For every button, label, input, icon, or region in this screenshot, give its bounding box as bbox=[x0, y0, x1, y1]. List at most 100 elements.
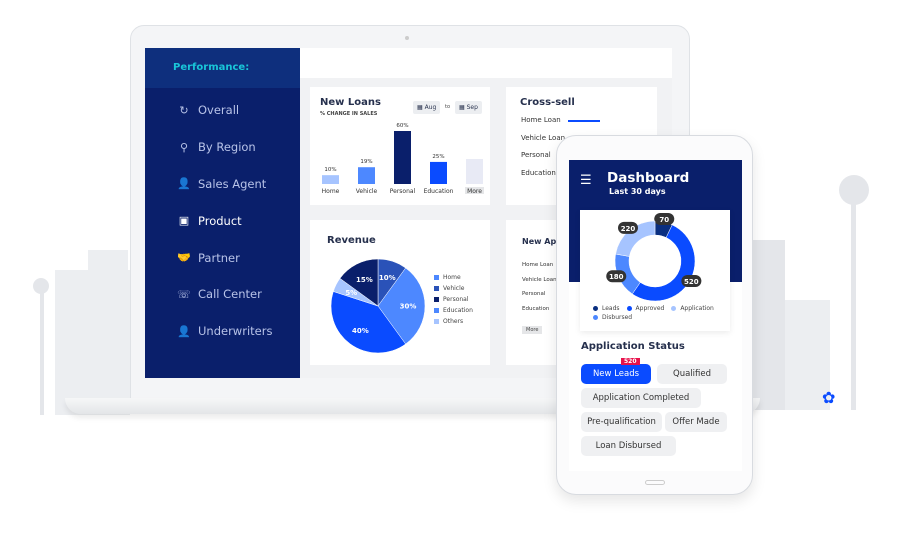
bar-value-label: 19% bbox=[360, 159, 372, 165]
camera bbox=[405, 36, 409, 40]
legend-item: Vehicle bbox=[434, 285, 473, 292]
menu-icon[interactable]: ☰ bbox=[580, 173, 592, 188]
legend-item: Disbursed bbox=[593, 314, 632, 321]
bar-value-label: 60% bbox=[396, 123, 408, 129]
bar-vehicle bbox=[358, 167, 375, 184]
legend-label: Application bbox=[680, 305, 714, 312]
handshake-icon: 🤝 bbox=[177, 251, 191, 265]
home-button[interactable] bbox=[645, 480, 665, 485]
plant-icon: ✿ bbox=[822, 388, 836, 407]
legend-dot bbox=[671, 306, 677, 311]
top-bar bbox=[300, 48, 672, 78]
street-lamp bbox=[839, 175, 869, 205]
value-tooltip-label: 220 bbox=[621, 225, 636, 233]
phone-title: Dashboard bbox=[607, 170, 690, 186]
refresh-icon: ↻ bbox=[179, 103, 189, 117]
new-leads-badge: 520 bbox=[621, 358, 640, 365]
card-title: Cross-sell bbox=[520, 97, 575, 108]
revenue-pie-chart: 10% 30% 40% 5% 15% bbox=[330, 258, 426, 354]
legend-dot bbox=[593, 306, 598, 311]
chip-loan-disbursed[interactable]: Loan Disbursed bbox=[581, 436, 676, 456]
bar-education bbox=[430, 161, 447, 184]
legend-swatch bbox=[434, 319, 439, 324]
revenue-card: Revenue 10% 30% 40% 5% 15% Home Vehicle Person… bbox=[310, 220, 490, 365]
bar-category-label: Home bbox=[322, 188, 340, 195]
bar-category-label: Education bbox=[424, 188, 454, 195]
street-lamp bbox=[33, 278, 49, 294]
street-lamp bbox=[851, 195, 856, 410]
chip-offer-made[interactable]: Offer Made bbox=[665, 412, 727, 432]
sidebar-item-underwriters[interactable]: 👤 Underwriters bbox=[145, 313, 300, 350]
chip-new-leads[interactable]: New Leads bbox=[581, 364, 651, 384]
sidebar-item-call-center[interactable]: ☏ Call Center bbox=[145, 276, 300, 313]
sidebar-header: Performance: bbox=[145, 48, 300, 88]
slice-label: 40% bbox=[352, 327, 369, 335]
slice-label: 15% bbox=[356, 276, 373, 284]
street-lamp bbox=[40, 285, 44, 415]
donut-card: 70 520 180 220 Leads Approved Application Disb… bbox=[580, 210, 730, 331]
new-applications-item: Vehicle Loan bbox=[522, 276, 557, 283]
sidebar-item-label: Product bbox=[198, 213, 242, 228]
legend-label: Education bbox=[443, 307, 473, 314]
bar-home bbox=[322, 175, 339, 184]
more-button[interactable]: More bbox=[522, 326, 543, 334]
legend-item: Personal bbox=[434, 296, 473, 303]
new-applications-item: Home Loan bbox=[522, 262, 554, 268]
legend-label: Others bbox=[443, 318, 464, 325]
legend-label: Home bbox=[443, 274, 461, 281]
legend-label: Vehicle bbox=[443, 285, 465, 292]
legend-swatch bbox=[434, 275, 439, 280]
sidebar-item-product[interactable]: ▣ Product bbox=[145, 202, 300, 239]
legend-item: Others bbox=[434, 318, 473, 325]
bar-category-label: Personal bbox=[390, 188, 416, 195]
sidebar-item-overall[interactable]: ↻ Overall bbox=[145, 92, 300, 129]
legend-item: Approved bbox=[626, 305, 665, 312]
bar-personal bbox=[394, 131, 411, 184]
slice-label: 5% bbox=[345, 289, 357, 297]
box-icon: ▣ bbox=[178, 214, 190, 228]
chip-qualified[interactable]: Qualified bbox=[657, 364, 727, 384]
cross-sell-item: Home Loan bbox=[521, 116, 561, 124]
legend-swatch bbox=[434, 308, 439, 313]
legend-label: Approved bbox=[635, 305, 665, 312]
building bbox=[55, 270, 130, 415]
new-applications-item: Education bbox=[522, 305, 550, 312]
sidebar: Performance: ↻ Overall ⚲ By Region 👤 Sales Ag… bbox=[145, 48, 300, 378]
chip-application-completed[interactable]: Application Completed bbox=[581, 388, 701, 408]
legend-item: Education bbox=[434, 307, 473, 314]
bar-more bbox=[466, 159, 483, 184]
chip-pre-qualification[interactable]: Pre-qualification bbox=[581, 412, 662, 432]
phone-screen: ☰ Dashboard Last 30 days 70 520 180 220 Lea… bbox=[569, 160, 742, 471]
legend-label: Disbursed bbox=[602, 314, 633, 321]
legend-item: Leads bbox=[593, 305, 620, 312]
sidebar-item-partner[interactable]: 🤝 Partner bbox=[145, 239, 300, 276]
home-loan-bar bbox=[568, 120, 600, 122]
sidebar-item-sales-agent[interactable]: 👤 Sales Agent bbox=[145, 166, 300, 203]
application-status-title: Application Status bbox=[581, 341, 685, 352]
sidebar-item-label: Sales Agent bbox=[198, 176, 267, 191]
bar-value-label: 10% bbox=[324, 167, 336, 173]
legend-swatch bbox=[434, 297, 439, 302]
new-applications-item: Personal bbox=[522, 291, 546, 297]
value-tooltip-label: 520 bbox=[684, 278, 699, 286]
phone-frame: ☰ Dashboard Last 30 days 70 520 180 220 Lea… bbox=[556, 135, 753, 495]
user-icon: 👤 bbox=[177, 177, 191, 191]
new-loans-card: New Loans % CHANGE IN SALES ▦ Aug to ▦ S… bbox=[310, 87, 490, 205]
phone-subtitle: Last 30 days bbox=[609, 187, 666, 196]
map-pin-icon: ⚲ bbox=[179, 140, 189, 154]
legend-label: Personal bbox=[443, 296, 469, 303]
sidebar-item-label: Call Center bbox=[198, 287, 262, 302]
sidebar-item-by-region[interactable]: ⚲ By Region bbox=[145, 129, 300, 166]
value-tooltip-label: 70 bbox=[659, 216, 669, 224]
sidebar-item-label: Underwriters bbox=[198, 324, 273, 339]
legend-dot bbox=[626, 306, 632, 311]
building bbox=[88, 250, 128, 270]
legend-item: Application bbox=[671, 305, 714, 312]
new-loans-bar-chart: 10% Home 19% Vehicle 60% Personal 25% Education… bbox=[322, 123, 484, 195]
card-title: Revenue bbox=[327, 235, 376, 246]
slice-label: 10% bbox=[379, 274, 396, 282]
sidebar-item-label: By Region bbox=[198, 140, 256, 155]
legend-item: Home bbox=[434, 274, 473, 281]
value-tooltip-label: 180 bbox=[609, 273, 624, 281]
bar-value-label: 25% bbox=[432, 154, 444, 160]
